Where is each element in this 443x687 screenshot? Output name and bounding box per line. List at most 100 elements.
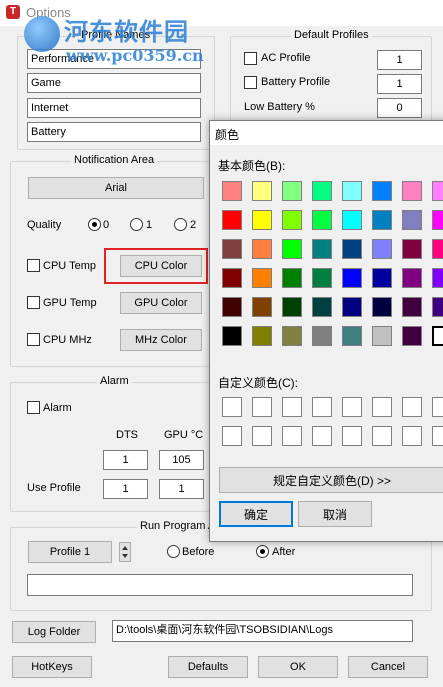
custom-color-swatch[interactable] (342, 426, 362, 446)
basic-color-swatch[interactable] (222, 181, 242, 201)
basic-color-swatch[interactable] (282, 210, 302, 230)
basic-color-swatch[interactable] (432, 181, 443, 201)
cpu-color-button[interactable]: CPU Color (120, 255, 202, 277)
log-folder-button[interactable]: Log Folder (12, 621, 96, 643)
profile-spinner[interactable] (119, 542, 131, 562)
basic-color-swatch[interactable] (372, 326, 392, 346)
custom-color-swatch[interactable] (312, 397, 332, 417)
basic-color-swatch[interactable] (252, 268, 272, 288)
basic-color-swatch[interactable] (432, 239, 443, 259)
basic-color-swatch[interactable] (312, 239, 332, 259)
basic-color-swatch[interactable] (372, 210, 392, 230)
alarm-gpu-field[interactable]: 105 (159, 450, 204, 470)
custom-color-swatch[interactable] (372, 426, 392, 446)
cpu-mhz-checkbox[interactable] (27, 333, 40, 346)
basic-color-swatch[interactable] (252, 239, 272, 259)
custom-color-swatch[interactable] (222, 426, 242, 446)
custom-color-swatch[interactable] (342, 397, 362, 417)
profile-name-field-4[interactable]: Battery (27, 122, 201, 142)
battery-profile-value[interactable]: 1 (377, 74, 422, 94)
basic-color-swatch[interactable] (372, 297, 392, 317)
basic-color-swatch[interactable] (312, 326, 332, 346)
custom-color-swatch[interactable] (312, 426, 332, 446)
after-radio[interactable] (256, 545, 269, 558)
ac-profile-value[interactable]: 1 (377, 50, 422, 70)
cancel-button[interactable]: Cancel (348, 656, 428, 678)
defaults-button[interactable]: Defaults (168, 656, 248, 678)
color-ok-button[interactable]: 确定 (219, 501, 293, 527)
basic-color-swatch[interactable] (252, 326, 272, 346)
use-profile-dts-field[interactable]: 1 (103, 479, 148, 499)
basic-color-swatch[interactable] (372, 181, 392, 201)
alarm-checkbox[interactable] (27, 401, 40, 414)
hotkeys-button[interactable]: HotKeys (12, 656, 92, 678)
before-radio[interactable] (167, 545, 180, 558)
basic-color-swatch[interactable] (282, 326, 302, 346)
program-path-field[interactable] (27, 574, 413, 596)
custom-color-swatch[interactable] (282, 426, 302, 446)
quality-radio-1[interactable] (130, 218, 143, 231)
basic-color-swatch[interactable] (282, 181, 302, 201)
alarm-dts-field[interactable]: 1 (103, 450, 148, 470)
ac-profile-checkbox[interactable] (244, 52, 257, 65)
basic-color-swatch[interactable] (222, 239, 242, 259)
define-custom-colors-button[interactable]: 规定自定义颜色(D) >> (219, 467, 443, 493)
custom-color-swatch[interactable] (252, 426, 272, 446)
basic-color-swatch[interactable] (252, 210, 272, 230)
basic-color-swatch[interactable] (252, 297, 272, 317)
custom-color-swatch[interactable] (372, 397, 392, 417)
basic-color-swatch[interactable] (222, 210, 242, 230)
basic-color-swatch[interactable] (282, 268, 302, 288)
basic-color-swatch[interactable] (402, 210, 422, 230)
basic-color-swatch[interactable] (402, 181, 422, 201)
battery-profile-checkbox[interactable] (244, 76, 257, 89)
font-button[interactable]: Arial (28, 177, 204, 199)
basic-color-swatch[interactable] (312, 181, 332, 201)
basic-color-swatch[interactable] (372, 239, 392, 259)
basic-color-swatch[interactable] (312, 210, 332, 230)
basic-color-swatch[interactable] (222, 326, 242, 346)
basic-color-swatch[interactable] (432, 210, 443, 230)
custom-color-swatch[interactable] (402, 426, 422, 446)
basic-color-swatch[interactable] (282, 239, 302, 259)
basic-color-swatch[interactable] (372, 268, 392, 288)
use-profile-gpu-field[interactable]: 1 (159, 479, 204, 499)
log-folder-path[interactable]: D:\tools\桌面\河东软件园\TSOBSIDIAN\Logs (112, 620, 413, 642)
custom-color-swatch[interactable] (222, 397, 242, 417)
basic-color-swatch[interactable] (432, 297, 443, 317)
custom-color-swatch[interactable] (432, 426, 443, 446)
basic-color-swatch[interactable] (282, 297, 302, 317)
basic-color-swatch[interactable] (252, 181, 272, 201)
low-battery-value[interactable]: 0 (377, 98, 422, 118)
basic-color-swatch[interactable] (312, 268, 332, 288)
custom-color-swatch[interactable] (282, 397, 302, 417)
basic-color-swatch[interactable] (402, 239, 422, 259)
quality-radio-0[interactable] (88, 218, 101, 231)
gpu-temp-checkbox[interactable] (27, 296, 40, 309)
basic-color-swatch[interactable] (342, 239, 362, 259)
basic-color-swatch[interactable] (432, 326, 443, 346)
gpu-color-button[interactable]: GPU Color (120, 292, 202, 314)
basic-color-swatch[interactable] (222, 297, 242, 317)
basic-color-swatch[interactable] (342, 210, 362, 230)
basic-color-swatch[interactable] (342, 326, 362, 346)
quality-radio-2[interactable] (174, 218, 187, 231)
basic-color-swatch[interactable] (312, 297, 332, 317)
profile-name-field-3[interactable]: Internet (27, 98, 201, 118)
basic-color-swatch[interactable] (402, 297, 422, 317)
custom-color-swatch[interactable] (252, 397, 272, 417)
ok-button[interactable]: OK (258, 656, 338, 678)
cpu-temp-checkbox[interactable] (27, 259, 40, 272)
basic-color-swatch[interactable] (432, 268, 443, 288)
profile-select-button[interactable]: Profile 1 (28, 541, 112, 563)
basic-color-swatch[interactable] (402, 326, 422, 346)
color-cancel-button[interactable]: 取消 (298, 501, 372, 527)
profile-name-field-2[interactable]: Game (27, 73, 201, 93)
basic-color-swatch[interactable] (342, 268, 362, 288)
custom-color-swatch[interactable] (432, 397, 443, 417)
basic-color-swatch[interactable] (402, 268, 422, 288)
basic-color-swatch[interactable] (342, 181, 362, 201)
basic-color-swatch[interactable] (342, 297, 362, 317)
mhz-color-button[interactable]: MHz Color (120, 329, 202, 351)
basic-color-swatch[interactable] (222, 268, 242, 288)
